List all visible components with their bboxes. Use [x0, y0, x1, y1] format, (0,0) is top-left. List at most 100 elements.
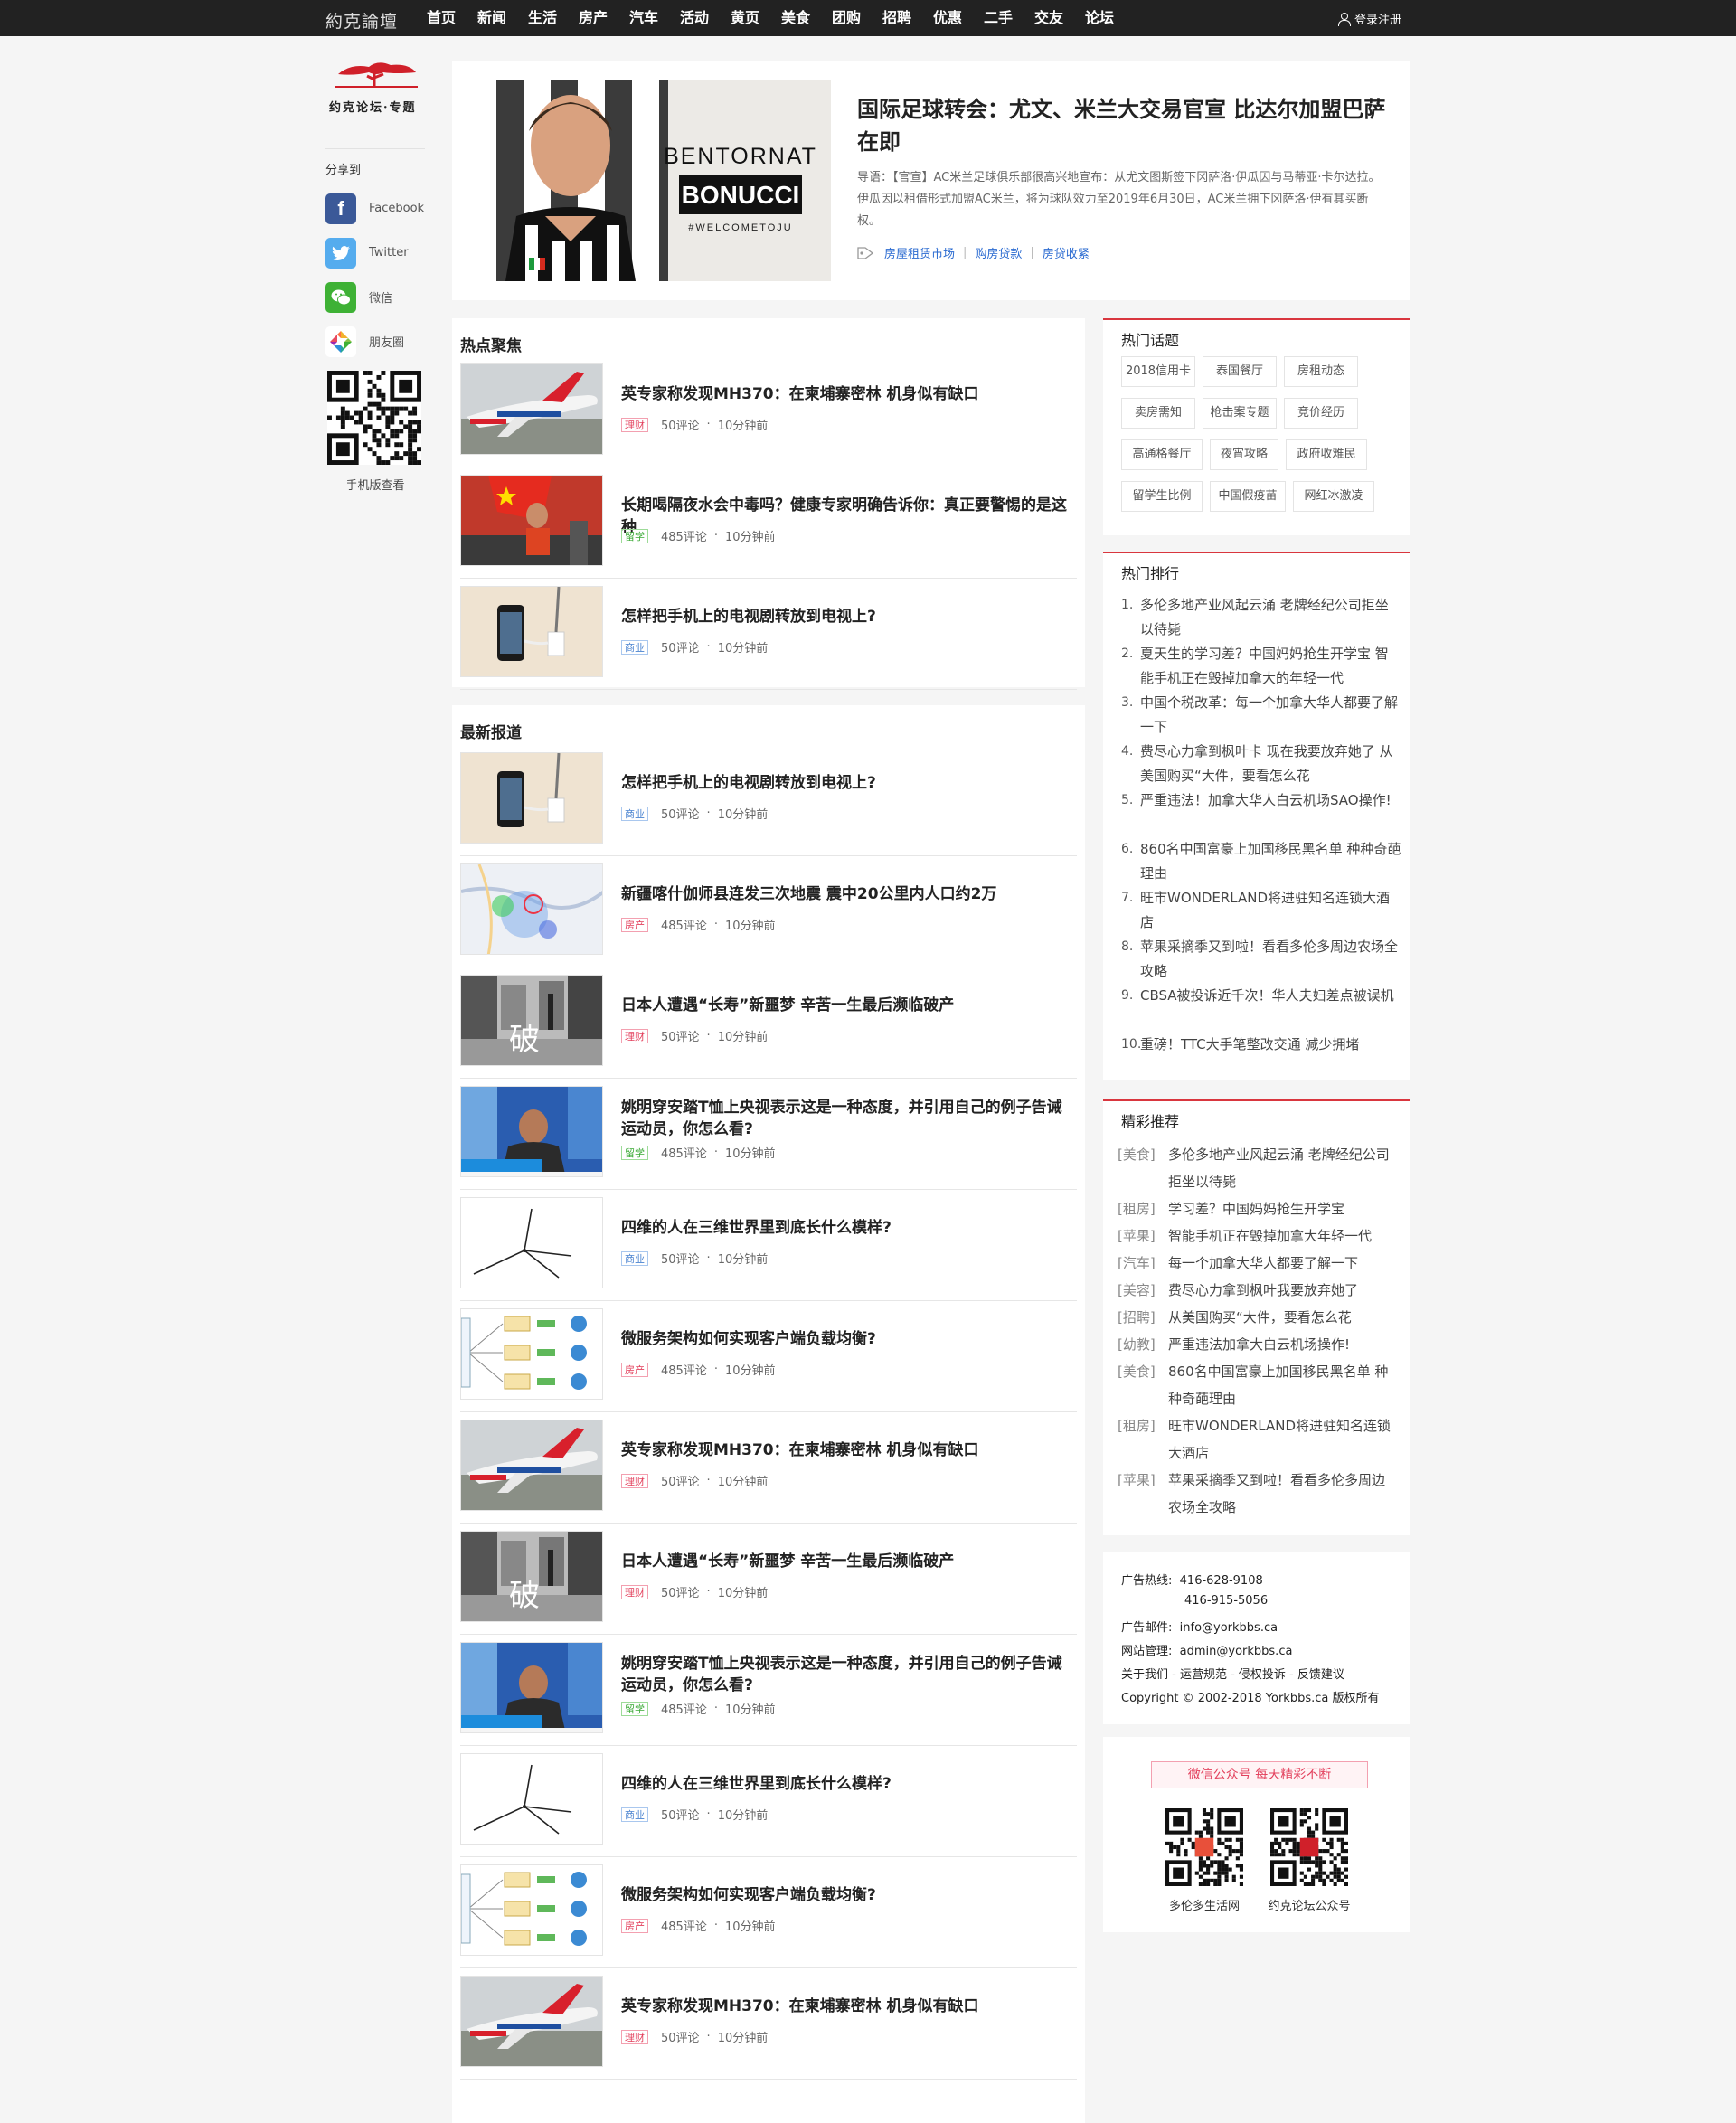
ranking-item[interactable]: 1. 多伦多地产业风起云涌 老牌经纪公司拒坐以待毙: [1121, 593, 1401, 642]
article-thumbnail[interactable]: 破: [460, 975, 603, 1066]
category-badge[interactable]: 房产: [621, 1362, 648, 1377]
recommend-item[interactable]: [美食] 多伦多地产业风起云涌 老牌经纪公司拒坐以待毙: [1118, 1141, 1398, 1195]
brand-logo[interactable]: 约克论坛·专题: [326, 60, 425, 118]
comment-count[interactable]: 50评论: [661, 805, 700, 822]
comment-count[interactable]: 485评论: [661, 916, 707, 933]
nav-item-home[interactable]: 首页: [416, 0, 467, 36]
article-title[interactable]: 英专家称发现MH370：在柬埔寨密林 机身似有缺口: [621, 1439, 1073, 1461]
article-item[interactable]: 英专家称发现MH370：在柬埔寨密林 机身似有缺口 理财 50评论 · 10分钟前: [460, 1420, 1077, 1524]
hero-article[interactable]: BENTORNAT BONUCCI #WELCOMETOJU 国际足球转会：尤文…: [452, 61, 1410, 300]
article-item[interactable]: 怎样把手机上的电视剧转放到电视上? 商业 50评论 · 10分钟前: [460, 752, 1077, 856]
category-badge[interactable]: 房产: [621, 917, 648, 932]
article-thumbnail[interactable]: [460, 1197, 603, 1288]
nav-item-jobs[interactable]: 招聘: [872, 0, 922, 36]
nav-item-life[interactable]: 生活: [517, 0, 568, 36]
category-badge[interactable]: 商业: [621, 806, 648, 821]
recommend-title[interactable]: 860名中国富豪上加国移民黑名单 种种奇葩理由: [1168, 1358, 1398, 1412]
recommend-title[interactable]: 智能手机正在毁掉加拿大年轻一代: [1168, 1222, 1372, 1250]
article-item[interactable]: 新疆喀什伽师县连发三次地震 震中20公里内人口约2万 房产 485评论 · 10分钟前: [460, 863, 1077, 967]
recommend-category[interactable]: [美容]: [1118, 1277, 1168, 1304]
topic-tag[interactable]: 夜宵攻略: [1210, 439, 1278, 470]
recommend-category[interactable]: [汽车]: [1118, 1250, 1168, 1277]
recommend-category[interactable]: [租房]: [1118, 1195, 1168, 1222]
article-item[interactable]: 四维的人在三维世界里到底长什么模样? 商业 50评论 · 10分钟前: [460, 1197, 1077, 1301]
comment-count[interactable]: 50评论: [661, 1806, 700, 1823]
recommend-category[interactable]: [幼教]: [1118, 1331, 1168, 1358]
nav-item-groupbuy[interactable]: 团购: [821, 0, 872, 36]
article-thumbnail[interactable]: [460, 1642, 603, 1733]
site-logo[interactable]: 約克論壇: [326, 8, 398, 33]
recommend-category[interactable]: [苹果]: [1118, 1467, 1168, 1521]
article-title[interactable]: 日本人遭遇“长寿”新噩梦 辛苦一生最后濒临破产: [621, 995, 1073, 1016]
article-item[interactable]: 微服务架构如何实现客户端负载均衡? 房产 485评论 · 10分钟前: [460, 1308, 1077, 1412]
share-moments[interactable]: 朋友圈: [326, 319, 425, 363]
category-badge[interactable]: 理财: [621, 2029, 648, 2044]
ad-email-link[interactable]: info@yorkbbs.ca: [1180, 1621, 1278, 1635]
article-title[interactable]: 日本人遭遇“长寿”新噩梦 辛苦一生最后濒临破产: [621, 1551, 1073, 1572]
category-badge[interactable]: 留学: [621, 1145, 648, 1160]
category-badge[interactable]: 理财: [621, 1028, 648, 1043]
rank-title[interactable]: 夏天生的学习差？中国妈妈抢生开学宝 智能手机正在毁掉加拿大的年轻一代: [1140, 642, 1401, 691]
recommend-item[interactable]: [租房] 学习差？中国妈妈抢生开学宝: [1118, 1195, 1398, 1222]
ranking-item[interactable]: 8. 苹果采摘季又到啦！看看多伦多周边农场全攻略: [1121, 935, 1401, 984]
recommend-category[interactable]: [招聘]: [1118, 1304, 1168, 1331]
category-badge[interactable]: 理财: [621, 417, 648, 432]
footer-links[interactable]: 关于我们 - 运营规范 - 侵权投诉 - 反馈建议: [1121, 1665, 1344, 1682]
comment-count[interactable]: 50评论: [661, 1583, 700, 1600]
comment-count[interactable]: 50评论: [661, 1472, 700, 1489]
comment-count[interactable]: 485评论: [661, 1700, 707, 1717]
recommend-item[interactable]: [幼教] 严重违法加拿大白云机场操作!: [1118, 1331, 1398, 1358]
topic-tag[interactable]: 政府收难民: [1286, 439, 1367, 470]
rank-title[interactable]: 严重违法！加拿大华人白云机场SAO操作!: [1140, 788, 1392, 813]
hero-tag[interactable]: 购房贷款: [975, 244, 1022, 261]
rank-title[interactable]: 多伦多地产业风起云涌 老牌经纪公司拒坐以待毙: [1140, 593, 1401, 642]
recommend-title[interactable]: 每一个加拿大华人都要了解一下: [1168, 1250, 1358, 1277]
article-title[interactable]: 英专家称发现MH370：在柬埔寨密林 机身似有缺口: [621, 383, 1073, 405]
topic-tag[interactable]: 中国假疫苗: [1210, 481, 1286, 512]
recommend-category[interactable]: [美食]: [1118, 1358, 1168, 1412]
article-item[interactable]: 英专家称发现MH370：在柬埔寨密林 机身似有缺口 理财 50评论 · 10分钟前: [460, 1976, 1077, 2080]
nav-item-secondhand[interactable]: 二手: [973, 0, 1024, 36]
rank-title[interactable]: 中国个税改革：每一个加拿大华人都要了解一下: [1140, 691, 1401, 740]
article-item[interactable]: 破 日本人遭遇“长寿”新噩梦 辛苦一生最后濒临破产 理财 50评论 · 10分钟前: [460, 975, 1077, 1079]
rank-title[interactable]: 旺市WONDERLAND将进驻知名连锁大酒店: [1140, 886, 1401, 935]
recommend-title[interactable]: 从美国购买“大件，要看怎么花: [1168, 1304, 1352, 1331]
recommend-title[interactable]: 费尽心力拿到枫叶我要放弃她了: [1168, 1277, 1358, 1304]
topic-tag[interactable]: 泰国餐厅: [1203, 356, 1277, 387]
article-title[interactable]: 姚明穿安踏T恤上央视表示这是一种态度，并引用自己的例子告诫运动员，你怎么看?: [621, 1097, 1073, 1140]
article-thumbnail[interactable]: [460, 586, 603, 677]
article-title[interactable]: 英专家称发现MH370：在柬埔寨密林 机身似有缺口: [621, 1996, 1073, 2017]
article-title[interactable]: 怎样把手机上的电视剧转放到电视上?: [621, 606, 1073, 627]
ranking-item[interactable]: 10. 重磅！TTC大手笔整改交通 减少拥堵: [1121, 1033, 1401, 1057]
rank-title[interactable]: CBSA被投诉近千次！华人夫妇差点被误机: [1140, 984, 1394, 1008]
comment-count[interactable]: 50评论: [661, 1027, 700, 1044]
article-title[interactable]: 微服务架构如何实现客户端负载均衡?: [621, 1328, 1073, 1350]
nav-item-news[interactable]: 新闻: [467, 0, 517, 36]
article-thumbnail[interactable]: [460, 1976, 603, 2067]
article-thumbnail[interactable]: [460, 363, 603, 455]
ranking-item[interactable]: 9. CBSA被投诉近千次！华人夫妇差点被误机: [1121, 984, 1401, 1008]
article-item[interactable]: 姚明穿安踏T恤上央视表示这是一种态度，并引用自己的例子告诫运动员，你怎么看? 留学…: [460, 1086, 1077, 1190]
share-twitter[interactable]: Twitter: [326, 231, 425, 275]
hero-tag[interactable]: 房屋租赁市场: [884, 244, 955, 261]
ranking-item[interactable]: 6. 860名中国富豪上加国移民黑名单 种种奇葩理由: [1121, 837, 1401, 886]
article-thumbnail[interactable]: [460, 1420, 603, 1511]
recommend-item[interactable]: [招聘] 从美国购买“大件，要看怎么花: [1118, 1304, 1398, 1331]
recommend-item[interactable]: [苹果] 智能手机正在毁掉加拿大年轻一代: [1118, 1222, 1398, 1250]
nav-item-dating[interactable]: 交友: [1024, 0, 1074, 36]
article-title[interactable]: 四维的人在三维世界里到底长什么模样?: [621, 1773, 1073, 1795]
ranking-item[interactable]: 7. 旺市WONDERLAND将进驻知名连锁大酒店: [1121, 886, 1401, 935]
comment-count[interactable]: 50评论: [661, 2028, 700, 2045]
article-item[interactable]: 破 日本人遭遇“长寿”新噩梦 辛苦一生最后濒临破产 理财 50评论 · 10分钟前: [460, 1531, 1077, 1635]
comment-count[interactable]: 50评论: [661, 1250, 700, 1267]
recommend-title[interactable]: 苹果采摘季又到啦！看看多伦多周边农场全攻略: [1168, 1467, 1398, 1521]
nav-item-food[interactable]: 美食: [770, 0, 821, 36]
recommend-title[interactable]: 旺市WONDERLAND将进驻知名连锁大酒店: [1168, 1412, 1398, 1467]
comment-count[interactable]: 50评论: [661, 416, 700, 433]
article-item[interactable]: 怎样把手机上的电视剧转放到电视上? 商业 50评论 · 10分钟前: [460, 586, 1077, 690]
recommend-item[interactable]: [美食] 860名中国富豪上加国移民黑名单 种种奇葩理由: [1118, 1358, 1398, 1412]
recommend-category[interactable]: [租房]: [1118, 1412, 1168, 1467]
category-badge[interactable]: 商业: [621, 639, 648, 655]
topic-tag[interactable]: 高通格餐厅: [1121, 439, 1203, 470]
share-wechat[interactable]: 微信: [326, 275, 425, 319]
